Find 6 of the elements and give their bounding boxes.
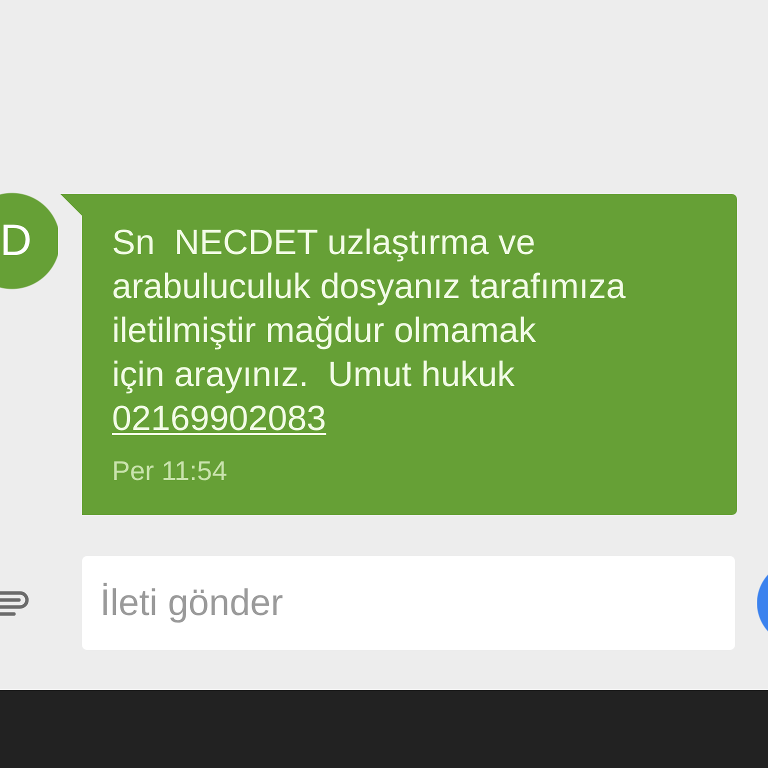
message-time: Per 11:54 (112, 455, 228, 487)
message-input[interactable]: İleti gönder (82, 556, 735, 650)
message-text: Sn NECDET uzlaştırma ve arabuluculuk dosyanız tarafımıza iletilmiştir mağdur olmamak için arayınız. Umut hukuk (112, 222, 626, 396)
paperclip-icon[interactable] (0, 589, 30, 617)
phone-link[interactable]: 02169902083 (112, 399, 326, 438)
avatar: D (0, 192, 58, 290)
